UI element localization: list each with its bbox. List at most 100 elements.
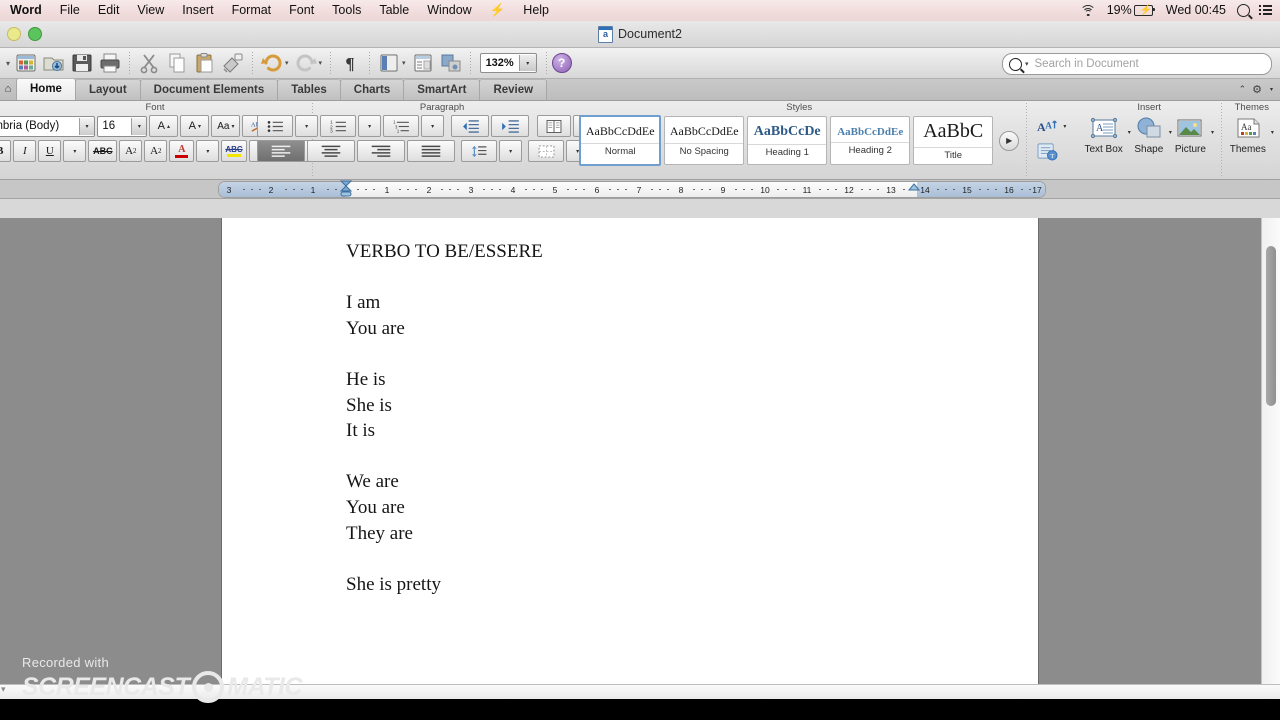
toolbar-overflow-icon[interactable]: ▾ bbox=[6, 59, 10, 68]
menu-item-view[interactable]: View bbox=[128, 0, 173, 21]
close-button[interactable] bbox=[7, 27, 21, 41]
search-input[interactable] bbox=[1032, 57, 1255, 71]
menu-item-insert[interactable]: Insert bbox=[173, 0, 222, 21]
text-box-dropdown-icon[interactable]: ▾ bbox=[1128, 129, 1131, 136]
copy-icon[interactable] bbox=[165, 51, 189, 75]
menu-item-font[interactable]: Font bbox=[280, 0, 323, 21]
justify-icon[interactable] bbox=[407, 140, 456, 162]
font-color-button[interactable]: A bbox=[169, 140, 195, 162]
shape-dropdown-icon[interactable]: ▾ bbox=[1169, 129, 1172, 136]
tab-charts[interactable]: Charts bbox=[339, 79, 405, 100]
vertical-scrollbar[interactable]: ▾ bbox=[1261, 218, 1280, 699]
menu-item-edit[interactable]: Edit bbox=[89, 0, 129, 21]
change-styles-icon[interactable]: AA ▾ bbox=[1033, 115, 1070, 137]
tab-tables[interactable]: Tables bbox=[277, 79, 341, 100]
save-icon[interactable] bbox=[70, 51, 94, 75]
font-color-dropdown-icon[interactable]: ▾ bbox=[196, 140, 220, 162]
toolbox-icon[interactable] bbox=[439, 51, 463, 75]
help-button[interactable]: ? bbox=[551, 53, 572, 73]
home-house-icon[interactable]: ⌂ bbox=[0, 79, 16, 100]
undo-dropdown-icon[interactable]: ▾ bbox=[285, 59, 289, 67]
redo-icon[interactable] bbox=[294, 51, 318, 75]
multilevel-list-icon[interactable]: 131 bbox=[383, 115, 420, 137]
tab-document-elements[interactable]: Document Elements bbox=[139, 79, 279, 100]
notification-center-icon[interactable] bbox=[1259, 5, 1272, 16]
menu-item-window[interactable]: Window bbox=[418, 0, 480, 21]
menu-item-word[interactable]: Word bbox=[0, 0, 51, 21]
subscript-button[interactable]: A2 bbox=[144, 140, 168, 162]
wifi-icon[interactable] bbox=[1080, 5, 1097, 17]
bluetooth-icon[interactable]: ⚡ bbox=[481, 0, 515, 21]
grow-font-button[interactable]: A ▴ bbox=[149, 115, 179, 137]
line-spacing-icon[interactable] bbox=[461, 140, 498, 162]
search-box[interactable]: ▾ bbox=[1002, 53, 1272, 75]
shrink-font-button[interactable]: A ▾ bbox=[180, 115, 210, 137]
numbered-list-icon[interactable]: 123 bbox=[320, 115, 357, 137]
styles-pane-icon[interactable]: T bbox=[1033, 140, 1062, 162]
print-icon[interactable] bbox=[98, 51, 122, 75]
document-text-body[interactable]: VERBO TO BE/ESSERE I am You are He is Sh… bbox=[346, 239, 966, 597]
numbered-list-dropdown-icon[interactable]: ▾ bbox=[358, 115, 382, 137]
picture-dropdown-icon[interactable]: ▾ bbox=[1211, 129, 1214, 136]
cut-icon[interactable] bbox=[137, 51, 161, 75]
spotlight-search-icon[interactable] bbox=[1237, 4, 1250, 17]
menu-item-format[interactable]: Format bbox=[223, 0, 281, 21]
align-left-icon[interactable] bbox=[257, 140, 306, 162]
columns-icon[interactable] bbox=[537, 115, 572, 137]
bulleted-list-icon[interactable] bbox=[257, 115, 294, 137]
font-size-field[interactable]: 16 ▾ bbox=[97, 115, 148, 137]
insert-text-box-button[interactable]: A Text Box bbox=[1084, 115, 1123, 155]
style-item-no-spacing[interactable]: AaBbCcDdEе No Spacing bbox=[664, 116, 745, 165]
bulleted-list-dropdown-icon[interactable]: ▾ bbox=[295, 115, 319, 137]
search-options-icon[interactable]: ▾ bbox=[1025, 60, 1029, 68]
menu-item-help[interactable]: Help bbox=[514, 0, 558, 21]
redo-dropdown-icon[interactable]: ▾ bbox=[319, 59, 323, 67]
show-formatting-marks-icon[interactable]: ¶ bbox=[338, 51, 362, 75]
superscript-button[interactable]: A2 bbox=[119, 140, 143, 162]
themes-button[interactable]: Aa Themes bbox=[1230, 115, 1266, 155]
underline-button[interactable]: U bbox=[38, 140, 62, 162]
tab-layout[interactable]: Layout bbox=[74, 79, 141, 100]
multilevel-list-dropdown-icon[interactable]: ▾ bbox=[421, 115, 445, 137]
vertical-scrollbar-thumb[interactable] bbox=[1266, 246, 1276, 406]
change-case-button[interactable]: Aa ▾ bbox=[211, 115, 241, 137]
gear-dropdown-icon[interactable]: ▾ bbox=[1270, 86, 1273, 93]
underline-dropdown-icon[interactable]: ▾ bbox=[63, 140, 87, 162]
tab-smartart[interactable]: SmartArt bbox=[403, 79, 481, 100]
right-indent-marker[interactable] bbox=[907, 182, 921, 198]
insert-shape-button[interactable]: Shape bbox=[1134, 115, 1164, 155]
zoom-button[interactable] bbox=[28, 27, 42, 41]
tab-review[interactable]: Review bbox=[479, 79, 548, 100]
open-icon[interactable] bbox=[42, 51, 66, 75]
style-item-heading-2[interactable]: AaBbCcDdEе Heading 2 bbox=[830, 116, 911, 165]
menu-item-table[interactable]: Table bbox=[370, 0, 418, 21]
style-item-normal[interactable]: AaBbCcDdEе Normal bbox=[579, 115, 662, 166]
insert-picture-button[interactable]: Picture bbox=[1175, 115, 1206, 155]
align-right-icon[interactable] bbox=[357, 140, 406, 162]
decrease-indent-icon[interactable] bbox=[451, 115, 490, 137]
borders-icon[interactable] bbox=[528, 140, 565, 162]
first-line-indent-marker[interactable] bbox=[339, 180, 353, 197]
menu-item-file[interactable]: File bbox=[51, 0, 89, 21]
new-from-template-icon[interactable] bbox=[14, 51, 38, 75]
font-size-dropdown-icon[interactable]: ▾ bbox=[131, 117, 147, 135]
line-spacing-dropdown-icon[interactable]: ▾ bbox=[499, 140, 523, 162]
undo-icon[interactable] bbox=[260, 51, 284, 75]
strikethrough-button[interactable]: ABC bbox=[88, 140, 118, 162]
battery-status[interactable]: 19% ⚡ bbox=[1105, 0, 1155, 21]
highlight-button[interactable]: ABC bbox=[221, 140, 247, 162]
themes-dropdown-icon[interactable]: ▾ bbox=[1271, 129, 1274, 136]
clock-label[interactable]: Wed 00:45 bbox=[1164, 0, 1228, 21]
sidebar-icon[interactable] bbox=[377, 51, 401, 75]
paste-icon[interactable] bbox=[193, 51, 217, 75]
collapse-ribbon-icon[interactable]: ⌃ bbox=[1239, 84, 1247, 95]
gear-icon[interactable]: ⚙ bbox=[1252, 83, 1262, 96]
styles-more-button[interactable]: ▶ bbox=[999, 130, 1020, 151]
italic-button[interactable]: I bbox=[13, 140, 37, 162]
style-item-heading-1[interactable]: AaBbCcDе Heading 1 bbox=[747, 116, 828, 165]
media-browser-icon[interactable] bbox=[411, 51, 435, 75]
font-name-field[interactable]: mbria (Body) ▾ bbox=[0, 115, 96, 137]
align-center-icon[interactable] bbox=[307, 140, 356, 162]
increase-indent-icon[interactable] bbox=[491, 115, 530, 137]
bold-button[interactable]: B bbox=[0, 140, 12, 162]
